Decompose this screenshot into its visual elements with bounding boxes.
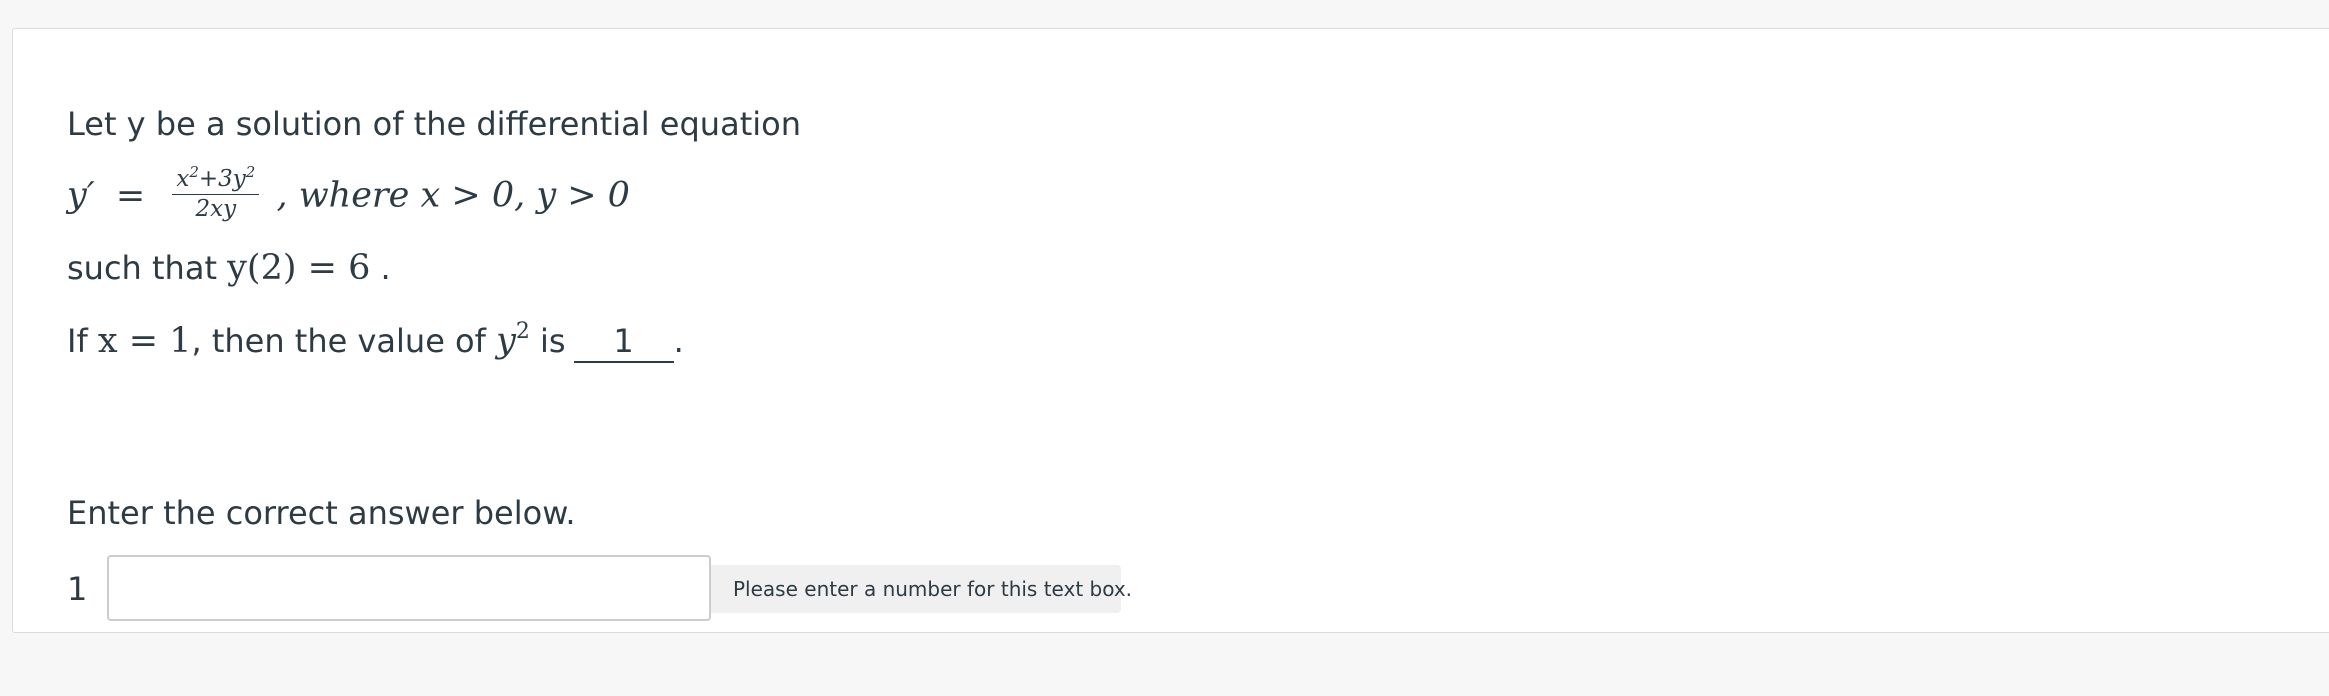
question-card: Let y be a solution of the differential … [12,28,2329,633]
answer-hint: Please enter a number for this text box. [711,565,1132,613]
answer-prompt: Enter the correct answer below. [67,494,576,532]
equation-equals: = [115,175,146,216]
question-ask: If x = 1, then the value of y2 is 1. [67,319,684,363]
question-intro: Let y be a solution of the differential … [67,105,801,143]
ask-math: x = 1 [97,321,192,361]
equation-condition: , where x > 0, y > 0 [276,175,630,216]
ask-variable: y2 [496,319,530,361]
answer-input[interactable] [107,555,711,621]
equation-lhs: y′ [67,175,95,216]
fraction-denominator: 2xy [195,196,237,222]
initial-condition-math: y(2) = 6 [227,248,371,288]
answer-item-number: 1 [67,570,88,608]
answer-blank: 1 [573,325,674,363]
differential-equation: y′ = x2+3y2 2xy , where x > 0, y > 0 [67,165,630,225]
initial-condition: such that y(2) = 6 . [67,248,391,288]
fraction-numerator: x2+3y2 [172,165,260,195]
equation-fraction: x2+3y2 2xy [172,165,260,222]
